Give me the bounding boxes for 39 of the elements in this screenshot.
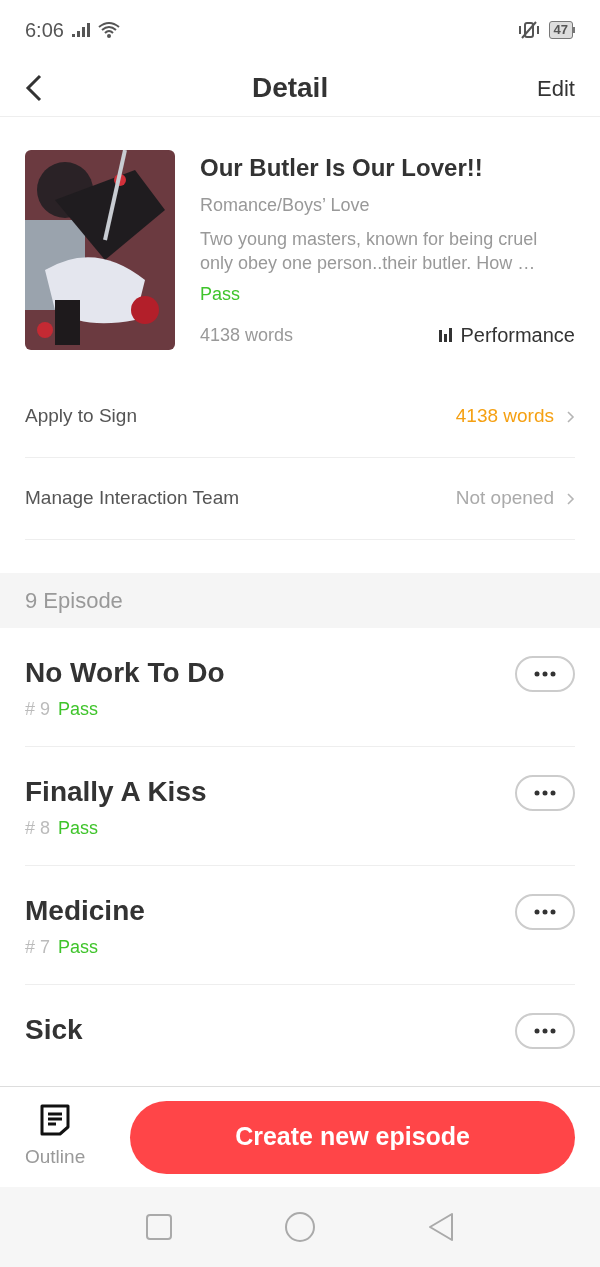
book-genre: Romance/Boys’ Love <box>200 194 371 217</box>
episode-title[interactable]: Medicine <box>25 894 145 928</box>
chevron-right-icon <box>566 491 575 506</box>
episode-number: # 9 <box>25 698 51 721</box>
episode-status: Pass <box>58 698 99 721</box>
episode-status: Pass <box>58 817 99 840</box>
vibrate-icon <box>516 21 541 39</box>
episode-status: Pass <box>58 936 99 959</box>
more-button[interactable] <box>515 894 575 930</box>
episode-title[interactable]: Sick <box>25 1013 83 1047</box>
edit-button[interactable]: Edit <box>537 71 575 105</box>
back-icon[interactable] <box>25 74 43 102</box>
more-button[interactable] <box>515 656 575 692</box>
episode-number: # 7 <box>25 936 51 959</box>
more-button[interactable] <box>515 1013 575 1049</box>
more-icon <box>534 909 556 915</box>
book-status: Pass <box>200 283 242 306</box>
word-count: 4138 words <box>200 323 294 347</box>
book-synopsis: Two young masters, known for being cruel only obey one person..their butler. How … <box>200 228 539 275</box>
performance-button[interactable]: Performance <box>438 320 575 350</box>
page-title: Detail <box>251 71 329 105</box>
settings-row[interactable]: Manage Interaction Team Not opened <box>25 458 575 540</box>
bar-chart-icon <box>438 328 453 342</box>
episode-number: # 8 <box>25 817 51 840</box>
more-icon <box>534 1028 556 1034</box>
chevron-right-icon <box>566 409 575 424</box>
wifi-icon <box>97 21 120 39</box>
episode-title[interactable]: No Work To Do <box>25 656 225 690</box>
more-button[interactable] <box>515 775 575 811</box>
battery-indicator: 47 <box>548 21 575 39</box>
episode-title[interactable]: Finally A Kiss <box>25 775 207 809</box>
episode-count: 9 Episode <box>25 587 123 615</box>
settings-row[interactable]: Apply to Sign 4138 words <box>25 376 575 458</box>
book-title: Our Butler Is Our Lover!! <box>200 154 484 182</box>
signal-icon <box>71 23 90 37</box>
note-icon <box>39 1102 72 1137</box>
more-icon <box>534 671 556 677</box>
status-time: 6:06 <box>25 18 64 43</box>
more-icon <box>534 790 556 796</box>
